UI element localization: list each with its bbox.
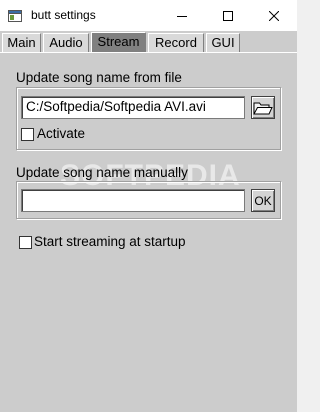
- tab-record[interactable]: Record: [148, 33, 204, 52]
- activate-label: Activate: [37, 126, 86, 141]
- tab-stream[interactable]: Stream: [91, 32, 146, 52]
- folder-open-icon: [253, 102, 273, 114]
- app-window-icon: [8, 9, 22, 22]
- maximize-button[interactable]: [205, 0, 251, 31]
- close-button[interactable]: [251, 0, 297, 31]
- stream-panel: SOFTPEDIA Update song name from file C:/…: [0, 52, 297, 412]
- tab-strip: Main Audio Stream Record GUI: [0, 31, 297, 52]
- tab-audio[interactable]: Audio: [43, 33, 89, 52]
- start-streaming-checkbox[interactable]: [19, 236, 32, 249]
- song-file-path-input[interactable]: C:/Softpedia/Softpedia AVI.avi: [21, 96, 245, 119]
- manual-group-label: Update song name manually: [16, 165, 188, 180]
- tab-main[interactable]: Main: [2, 33, 41, 52]
- maximize-icon: [223, 10, 233, 21]
- activate-checkbox[interactable]: [21, 128, 34, 141]
- tab-gui[interactable]: GUI: [206, 33, 240, 52]
- title-bar: butt settings: [0, 0, 297, 31]
- song-name-input[interactable]: [21, 189, 245, 212]
- minimize-button[interactable]: [159, 0, 205, 31]
- browse-file-button[interactable]: [251, 96, 275, 119]
- ok-button[interactable]: OK: [251, 189, 275, 212]
- close-icon: [269, 10, 279, 21]
- minimize-icon: [177, 15, 187, 17]
- file-group-label: Update song name from file: [16, 70, 182, 85]
- settings-window: butt settings Main Audio Stream Record G…: [0, 0, 297, 412]
- start-streaming-label: Start streaming at startup: [34, 234, 186, 249]
- window-title: butt settings: [31, 8, 96, 22]
